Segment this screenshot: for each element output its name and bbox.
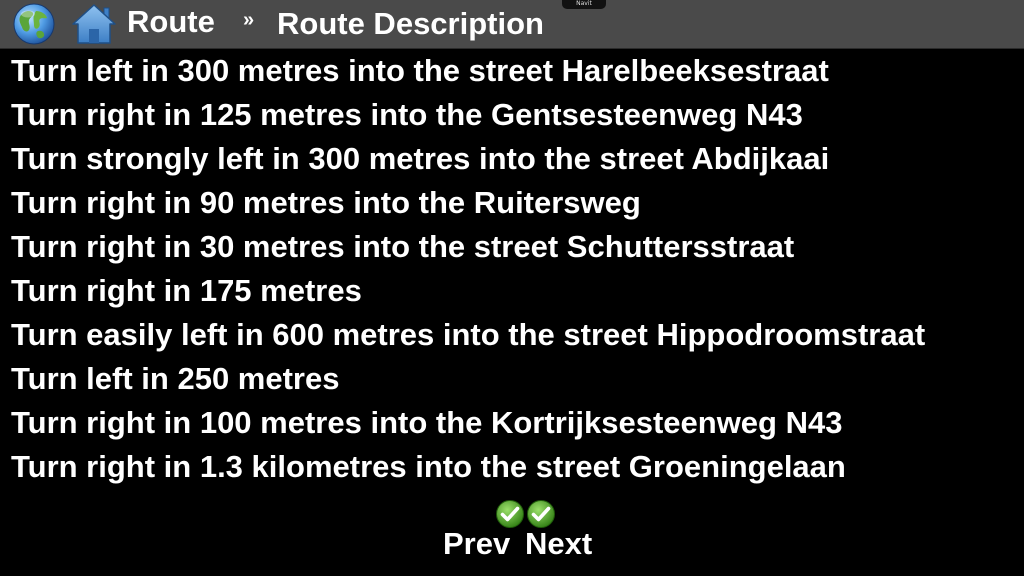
checkmark-icon xyxy=(496,500,524,528)
route-instruction[interactable]: Turn easily left in 600 metres into the … xyxy=(0,313,1024,357)
route-instruction[interactable]: Turn right in 90 metres into the Ruiters… xyxy=(0,181,1024,225)
route-instruction[interactable]: Turn right in 1.3 kilometres into the st… xyxy=(0,445,1024,489)
route-instruction[interactable]: Turn right in 100 metres into the Kortri… xyxy=(0,401,1024,445)
route-instruction[interactable]: Turn left in 250 metres xyxy=(0,357,1024,401)
pager: Prev Next xyxy=(440,498,604,568)
header-bar: Route » Route Description Navit xyxy=(0,0,1024,49)
route-instruction[interactable]: Turn strongly left in 300 metres into th… xyxy=(0,137,1024,181)
route-instruction[interactable]: Turn right in 30 metres into the street … xyxy=(0,225,1024,269)
prev-button[interactable]: Prev xyxy=(440,498,524,568)
route-instruction[interactable]: Turn left in 300 metres into the street … xyxy=(0,49,1024,93)
app-badge: Navit xyxy=(562,0,606,9)
checkmark-icon xyxy=(527,500,555,528)
route-instruction-list: Turn left in 300 metres into the street … xyxy=(0,49,1024,489)
route-instruction[interactable]: Turn right in 125 metres into the Gentse… xyxy=(0,93,1024,137)
next-button[interactable]: Next xyxy=(524,498,604,568)
globe-icon[interactable] xyxy=(12,2,56,46)
page-title: Route Description xyxy=(277,6,544,41)
breadcrumb-route[interactable]: Route xyxy=(127,6,215,37)
route-instruction[interactable]: Turn right in 175 metres xyxy=(0,269,1024,313)
prev-label: Prev xyxy=(443,526,511,561)
next-label: Next xyxy=(525,526,593,561)
home-icon[interactable] xyxy=(70,2,118,46)
breadcrumb-separator: » xyxy=(243,9,255,31)
